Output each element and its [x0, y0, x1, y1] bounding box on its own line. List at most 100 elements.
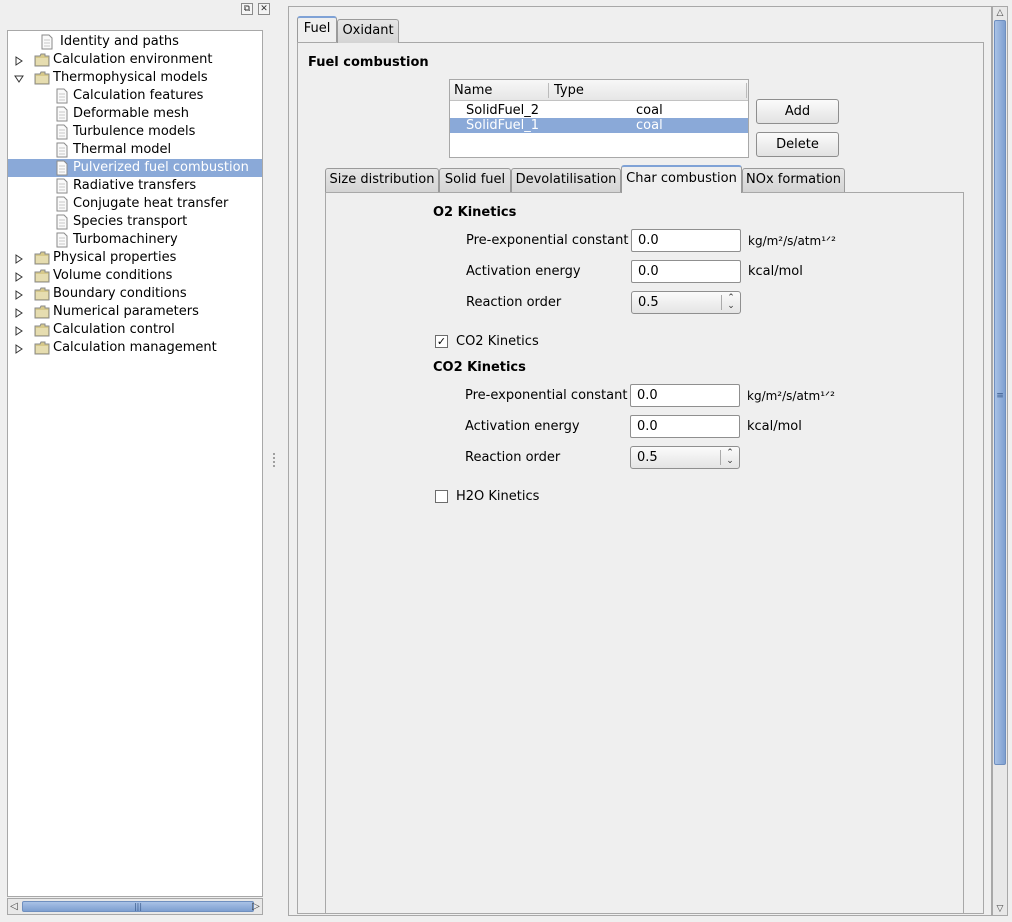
close-dock-button[interactable]: ✕: [258, 3, 270, 15]
tree-item[interactable]: Volume conditions: [8, 267, 262, 285]
scroll-thumb[interactable]: ≡: [994, 20, 1006, 765]
tab-nox-formation[interactable]: NOx formation: [742, 168, 845, 192]
column-separator: [746, 83, 747, 98]
tree-item-label: Radiative transfers: [73, 178, 197, 193]
table-row[interactable]: SolidFuel_1 coal: [450, 118, 748, 133]
tree-item-label: Thermophysical models: [53, 70, 208, 85]
float-dock-button[interactable]: ⧉: [241, 3, 253, 15]
tree-item-label: Species transport: [73, 214, 188, 229]
grip-icon: ≡: [996, 391, 1004, 401]
tree-horizontal-scrollbar[interactable]: ◁ ||| ▷: [7, 898, 263, 915]
splitter-handle[interactable]: [272, 452, 276, 468]
column-header-type[interactable]: Type: [554, 83, 584, 99]
collapsed-arrow-icon[interactable]: [14, 289, 24, 300]
fuel-table[interactable]: Name Type SolidFuel_2 coal SolidFuel_1 c…: [449, 79, 749, 158]
fuel-name-cell: SolidFuel_2: [466, 103, 540, 118]
table-header: Name Type: [450, 80, 748, 101]
o2-activation-energy-input[interactable]: 0.0: [631, 260, 741, 283]
tree-item[interactable]: Calculation environment: [8, 51, 262, 69]
scroll-thumb[interactable]: |||: [22, 901, 254, 912]
document-icon: [54, 160, 70, 176]
document-icon: [54, 232, 70, 248]
fuel-name-cell: SolidFuel_1: [466, 118, 540, 133]
tree-item-label: Calculation environment: [53, 52, 213, 67]
co2-kinetics-checkbox[interactable]: ✓: [435, 335, 448, 348]
folder-icon: [34, 52, 50, 68]
co2-pre-exponential-input[interactable]: 0.0: [630, 384, 740, 407]
tree-item-label: Calculation features: [73, 88, 204, 103]
h2o-kinetics-checkbox[interactable]: [435, 490, 448, 503]
tree-item[interactable]: Turbulence models: [8, 123, 262, 141]
scroll-up-button[interactable]: △: [993, 7, 1007, 19]
navigation-tree[interactable]: Identity and paths Calculation environmen…: [7, 30, 263, 897]
fuel-type-cell: coal: [636, 103, 663, 118]
tree-item[interactable]: Numerical parameters: [8, 303, 262, 321]
co2-activation-energy-input[interactable]: 0.0: [630, 415, 740, 438]
folder-icon: [34, 340, 50, 356]
o2-reaction-order-select[interactable]: 0.5 ⌃ ⌄: [631, 291, 741, 314]
tree-item[interactable]: Identity and paths: [8, 33, 262, 51]
tab-devolatilisation[interactable]: Devolatilisation: [511, 168, 621, 192]
tree-item[interactable]: Turbomachinery: [8, 231, 262, 249]
collapsed-arrow-icon[interactable]: [14, 325, 24, 336]
document-icon: [54, 178, 70, 194]
o2-reaction-order-value: 0.5: [638, 295, 659, 310]
o2-pre-exponential-input[interactable]: 0.0: [631, 229, 741, 252]
collapsed-arrow-icon[interactable]: [14, 343, 24, 354]
collapsed-arrow-icon[interactable]: [14, 307, 24, 318]
tree-item[interactable]: Deformable mesh: [8, 105, 262, 123]
main-vertical-scrollbar[interactable]: △ ≡ ▽: [992, 6, 1008, 916]
tree-item-label: Physical properties: [53, 250, 177, 265]
tree-item[interactable]: Thermal model: [8, 141, 262, 159]
tree-item[interactable]: Boundary conditions: [8, 285, 262, 303]
tree-item[interactable]: Calculation features: [8, 87, 262, 105]
grip-icon: |||: [133, 902, 143, 911]
o2-activation-energy-label: Activation energy: [466, 264, 581, 279]
table-row[interactable]: SolidFuel_2 coal: [450, 103, 748, 118]
document-icon: [54, 88, 70, 104]
chevron-updown-icon: ⌃ ⌄: [727, 293, 735, 311]
collapsed-arrow-icon[interactable]: [14, 55, 24, 66]
document-icon: [54, 106, 70, 122]
tree-item[interactable]: Calculation control: [8, 321, 262, 339]
expanded-arrow-icon[interactable]: [14, 73, 24, 83]
o2-activation-energy-unit: kcal/mol: [748, 264, 803, 279]
o2-pre-exponential-unit: kg/m²/s/atm¹ᐟ²: [748, 234, 836, 248]
co2-pre-exponential-unit: kg/m²/s/atm¹ᐟ²: [747, 389, 835, 403]
tree-item-label: Volume conditions: [53, 268, 173, 283]
tab-char-combustion[interactable]: Char combustion: [621, 165, 742, 193]
scroll-left-button[interactable]: ◁: [8, 899, 20, 914]
tree-item[interactable]: Species transport: [8, 213, 262, 231]
tab-oxidant[interactable]: Oxidant: [337, 19, 399, 43]
tree-item-label: Turbulence models: [73, 124, 196, 139]
add-fuel-button[interactable]: Add: [756, 99, 839, 124]
document-icon: [54, 142, 70, 158]
collapsed-arrow-icon[interactable]: [14, 271, 24, 282]
tab-fuel[interactable]: Fuel: [297, 16, 337, 42]
collapsed-arrow-icon[interactable]: [14, 253, 24, 264]
h2o-kinetics-checkbox-label[interactable]: H2O Kinetics: [456, 489, 539, 505]
tree-item[interactable]: Physical properties: [8, 249, 262, 267]
tree-item[interactable]: Pulverized fuel combustion: [8, 159, 262, 177]
column-separator: [548, 83, 549, 98]
tab-size-distribution[interactable]: Size distribution: [325, 168, 439, 192]
column-header-name[interactable]: Name: [454, 83, 492, 99]
tree-item-label: Conjugate heat transfer: [73, 196, 229, 211]
tree-item[interactable]: Radiative transfers: [8, 177, 262, 195]
o2-pre-exponential-label: Pre-exponential constant: [466, 233, 629, 248]
folder-icon: [34, 268, 50, 284]
tree-item[interactable]: Conjugate heat transfer: [8, 195, 262, 213]
co2-kinetics-checkbox-label[interactable]: CO2 Kinetics: [456, 334, 539, 350]
tree-item[interactable]: Calculation management: [8, 339, 262, 357]
tree-item-label: Numerical parameters: [53, 304, 199, 319]
co2-reaction-order-select[interactable]: 0.5 ⌃ ⌄: [630, 446, 740, 469]
tree-item-label: Turbomachinery: [73, 232, 178, 247]
scroll-down-button[interactable]: ▽: [993, 903, 1007, 915]
document-icon: [54, 124, 70, 140]
document-icon: [54, 196, 70, 212]
delete-fuel-button[interactable]: Delete: [756, 132, 839, 157]
tree-item[interactable]: Thermophysical models: [8, 69, 262, 87]
scroll-right-button[interactable]: ▷: [250, 899, 262, 914]
fuel-combustion-title: Fuel combustion: [308, 55, 429, 70]
tab-solid-fuel[interactable]: Solid fuel: [439, 168, 511, 192]
